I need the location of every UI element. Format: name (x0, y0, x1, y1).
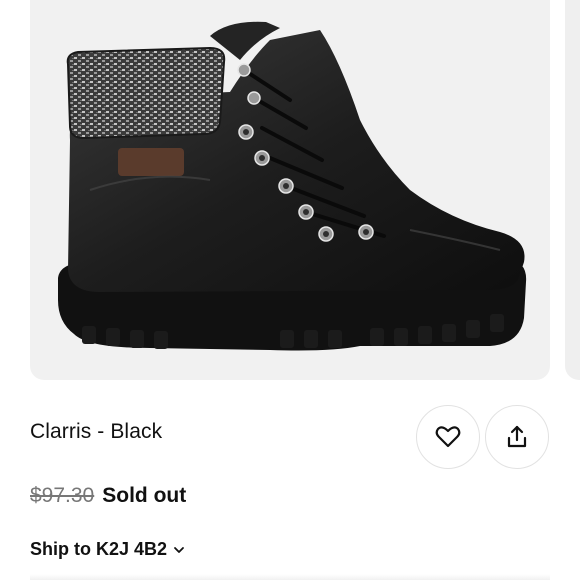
product-image-card[interactable] (30, 0, 550, 380)
share-button[interactable] (485, 405, 549, 469)
product-image (58, 21, 527, 351)
original-price: $97.30 (30, 484, 95, 507)
heart-icon (435, 426, 461, 448)
product-page: Clarris - Black $97.30 Sold out Ship to … (0, 0, 580, 580)
price-row: $97.30 Sold out (30, 484, 186, 508)
ship-to-selector[interactable]: Ship to K2J 4B2 (30, 539, 185, 560)
chevron-down-icon (173, 546, 185, 554)
product-title: Clarris - Black (30, 420, 163, 443)
bottom-divider (30, 574, 550, 580)
ship-to-label: Ship to K2J 4B2 (30, 539, 168, 559)
availability-status: Sold out (102, 484, 187, 507)
next-image-peek[interactable] (565, 0, 580, 380)
share-icon (507, 425, 527, 448)
favorite-button[interactable] (416, 405, 480, 469)
